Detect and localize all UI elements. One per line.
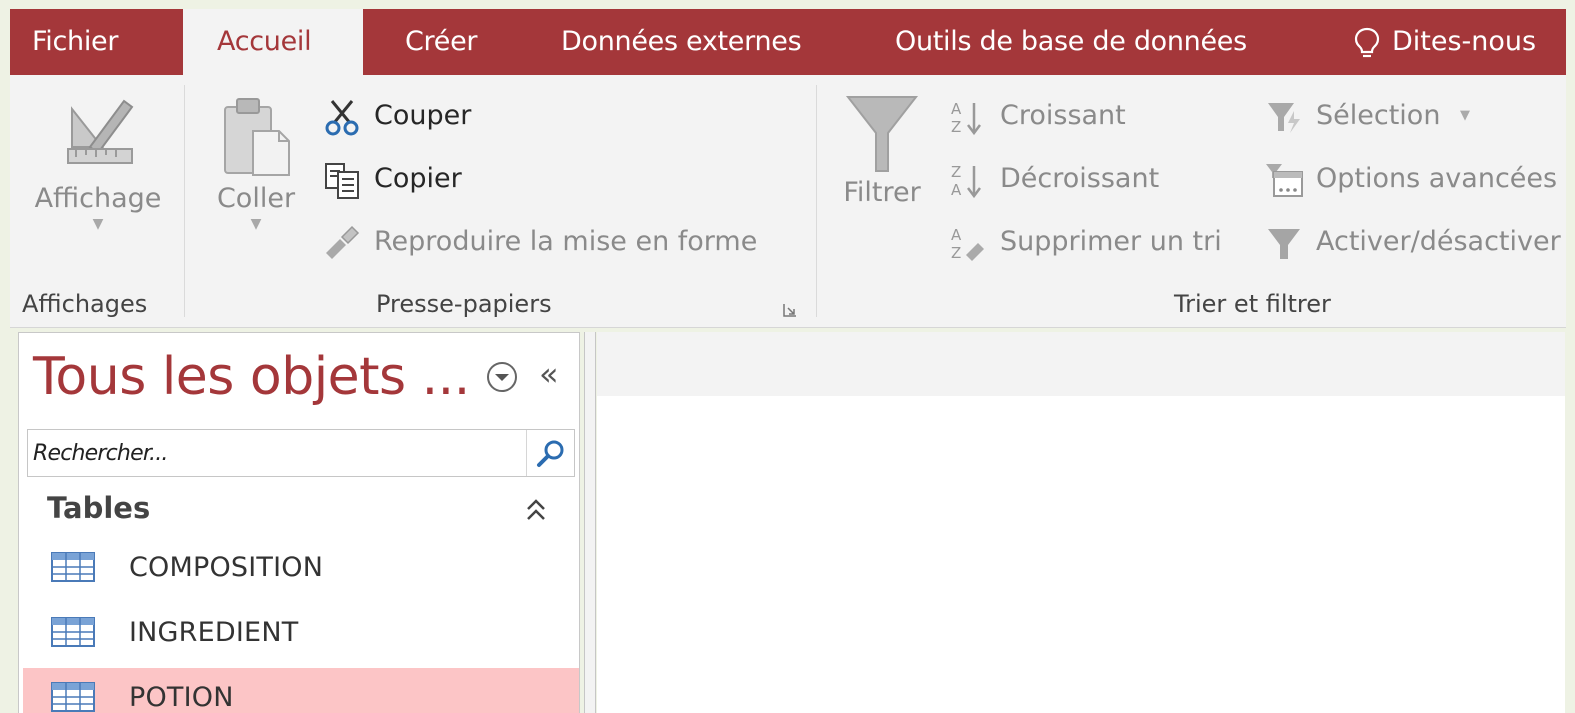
tab-creer[interactable]: Créer [405, 9, 477, 75]
clear-sort-icon: A Z [951, 226, 984, 262]
chevron-down-icon: ▼ [1460, 108, 1470, 123]
group-header-label: Tables [47, 491, 151, 525]
svg-text:A: A [951, 100, 962, 118]
format-painter-icon [326, 225, 360, 259]
group-header-tables[interactable]: Tables [27, 485, 575, 535]
group-label-presse-papiers: Presse-papiers [376, 290, 552, 318]
document-area [597, 332, 1565, 713]
activer-desactiver-label: Activer/désactiver [1316, 226, 1561, 257]
toggle-filter-icon [1268, 229, 1300, 259]
affichage-button[interactable]: Affichage ▼ [18, 87, 178, 234]
table-icon [51, 682, 95, 712]
nav-search-box [27, 429, 575, 477]
chevron-double-up-icon [527, 499, 545, 520]
filter-selection-icon [1268, 103, 1300, 133]
sort-ascending-icon: A Z [951, 100, 981, 136]
search-icon [537, 440, 564, 467]
search-input[interactable] [28, 430, 526, 476]
nav-pane-title[interactable]: Tous les objets ... [33, 347, 470, 407]
filter-icon [845, 96, 919, 172]
collapse-pane-icon[interactable]: « [539, 357, 559, 391]
tab-outils-base-de-donnees[interactable]: Outils de base de données [895, 9, 1247, 75]
svg-text:Z: Z [951, 163, 961, 181]
sort-descending-icon: Z A [951, 163, 981, 199]
nav-menu-dropdown-icon[interactable] [485, 360, 519, 394]
dialog-launcher-icon[interactable] [782, 302, 798, 318]
group-separator [816, 85, 817, 317]
svg-text:Z: Z [951, 118, 961, 136]
tell-me-label: Dites-nous [1392, 26, 1537, 57]
filtrer-label: Filtrer [843, 177, 921, 208]
nav-item-label: INGREDIENT [129, 617, 299, 648]
couper-label: Couper [374, 100, 472, 131]
tell-me-box[interactable]: Dites-nous [1348, 9, 1536, 75]
nav-item-label: COMPOSITION [129, 552, 324, 583]
lightbulb-icon [1354, 27, 1380, 58]
affichage-label: Affichage [34, 183, 162, 214]
decroissant-label: Décroissant [1000, 163, 1160, 194]
navigation-pane: Tous les objets ... « Tables COMP [18, 332, 580, 713]
table-icon [51, 552, 95, 582]
options-avancees-label: Options avancées [1316, 163, 1558, 194]
copier-label: Copier [374, 163, 462, 194]
tab-accueil[interactable]: Accueil [183, 9, 363, 75]
coller-button[interactable]: Coller ▼ [206, 91, 306, 234]
advanced-filter-icon [1266, 164, 1303, 197]
copy-icon [325, 163, 359, 199]
scissors-icon [325, 100, 359, 136]
nav-item-potion[interactable]: POTION [23, 668, 579, 713]
group-label-affichages: Affichages [22, 290, 148, 318]
nav-item-label: POTION [129, 682, 234, 713]
document-tab-strip [597, 332, 1565, 396]
reproduire-label: Reproduire la mise en forme [374, 226, 758, 257]
group-label-trier-et-filtrer: Trier et filtrer [1174, 290, 1331, 318]
selection-label: Sélection [1316, 100, 1441, 131]
group-separator [184, 85, 185, 317]
nav-item-composition[interactable]: COMPOSITION [23, 538, 579, 598]
supprimer-tri-label: Supprimer un tri [1000, 226, 1222, 257]
svg-text:A: A [951, 181, 962, 199]
paste-icon [224, 98, 290, 176]
chevron-down-icon: ▼ [92, 216, 104, 232]
view-design-icon [67, 99, 134, 164]
nav-item-ingredient[interactable]: INGREDIENT [23, 603, 579, 663]
ribbon: Affichage ▼ Affichages Coller ▼ Couper C… [10, 75, 1566, 328]
coller-label: Coller [216, 183, 296, 214]
tab-donnees-externes[interactable]: Données externes [561, 9, 802, 75]
filtrer-button[interactable]: Filtrer [836, 89, 928, 208]
ribbon-tab-bar: Fichier Accueil Créer Données externes O… [10, 9, 1566, 75]
table-icon [51, 617, 95, 647]
chevron-down-icon: ▼ [250, 216, 262, 232]
search-button[interactable] [526, 430, 574, 476]
svg-text:A: A [951, 226, 962, 244]
tab-fichier[interactable]: Fichier [32, 9, 118, 75]
croissant-label: Croissant [1000, 100, 1126, 131]
nav-pane-splitter[interactable] [584, 332, 596, 713]
svg-text:Z: Z [951, 244, 961, 262]
